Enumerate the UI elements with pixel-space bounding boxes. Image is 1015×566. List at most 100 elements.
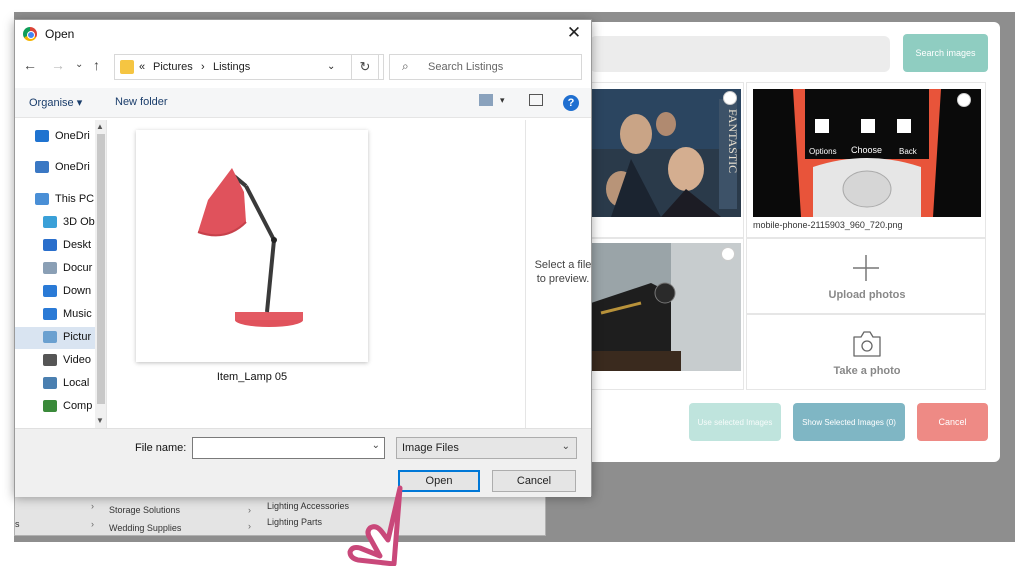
sidebar-item[interactable]: Deskt bbox=[15, 235, 95, 257]
navigation-pane: OneDri OneDri This PC 3D Ob Deskt Docur Down Mu… bbox=[15, 120, 107, 428]
select-radio[interactable] bbox=[721, 247, 735, 261]
breadcrumb-separator: › bbox=[201, 61, 205, 73]
sidebar-item-label: Local bbox=[63, 377, 90, 389]
dialog-footer: File name: ⌄ Image Files ⌄ Open Cancel bbox=[15, 428, 591, 497]
chrome-icon bbox=[23, 27, 37, 41]
plus-icon bbox=[853, 255, 879, 281]
sidebar-item-label: Video bbox=[63, 354, 91, 366]
new-folder-button[interactable]: New folder bbox=[115, 96, 168, 108]
scroll-up-icon[interactable]: ▲ bbox=[96, 122, 104, 131]
file-thumbnail[interactable] bbox=[136, 130, 368, 362]
view-dropdown-icon[interactable]: ▾ bbox=[500, 95, 505, 106]
scrollbar-thumb[interactable] bbox=[97, 134, 105, 404]
organise-button[interactable]: Organise ▾ bbox=[29, 96, 82, 109]
chevron-right-icon: › bbox=[91, 519, 94, 529]
sidebar-item[interactable]: Pictur bbox=[15, 327, 95, 349]
image-tile[interactable] bbox=[588, 238, 744, 390]
cancel-button[interactable]: Cancel bbox=[492, 470, 576, 492]
select-radio[interactable] bbox=[723, 91, 737, 105]
sidebar-item[interactable]: Local bbox=[15, 373, 95, 395]
sidebar-item-label: Deskt bbox=[63, 239, 92, 251]
dialog-toolbar: Organise ▾ New folder ▾ ? bbox=[15, 88, 591, 118]
recent-locations-chevron-icon[interactable]: ⌄ bbox=[75, 59, 83, 70]
cube-icon bbox=[43, 216, 57, 228]
image-tile[interactable]: FANTASTIC bbox=[588, 82, 744, 238]
sidebar-item[interactable]: Music bbox=[15, 304, 95, 326]
sidebar-item[interactable]: Down bbox=[15, 281, 95, 303]
menu-item-storage[interactable]: Storage Solutions bbox=[109, 505, 180, 515]
phone-key-choose: Choose bbox=[851, 145, 883, 155]
help-icon[interactable]: ? bbox=[563, 95, 579, 111]
sidebar-item[interactable]: Docur bbox=[15, 258, 95, 280]
search-images-button[interactable]: Search images bbox=[903, 34, 988, 72]
menu-item-wedding[interactable]: Wedding Supplies bbox=[109, 523, 181, 533]
sidebar-item[interactable]: Video bbox=[15, 350, 95, 372]
video-icon bbox=[43, 354, 57, 366]
search-listings-input[interactable]: ⌕ Search Listings bbox=[389, 54, 582, 80]
scroll-down-icon[interactable]: ▼ bbox=[96, 416, 104, 425]
breadcrumb-listings[interactable]: Listings bbox=[213, 61, 250, 73]
take-photo-label: Take a photo bbox=[833, 365, 901, 377]
network-drive-icon bbox=[43, 400, 57, 412]
chevron-right-icon: › bbox=[248, 521, 251, 531]
open-file-dialog: Open ✕ ← → ⌄ ↑ « Pictures › Listings ⌄ ↻… bbox=[14, 19, 592, 497]
sidebar-item[interactable]: Comp bbox=[15, 396, 95, 418]
dialog-title: Open bbox=[45, 27, 75, 41]
sidebar-item[interactable]: OneDri bbox=[15, 157, 95, 179]
menu-item-lighting-accessories[interactable]: Lighting Accessories bbox=[267, 501, 349, 511]
preview-pane: Select a file to preview. bbox=[525, 120, 591, 430]
chevron-down-icon: ⌄ bbox=[561, 441, 570, 452]
sidebar-item-label: This PC bbox=[55, 193, 95, 205]
back-arrow-icon[interactable]: ← bbox=[23, 57, 37, 73]
file-name-input[interactable]: ⌄ bbox=[192, 437, 385, 459]
download-arrow-icon bbox=[43, 285, 57, 297]
refresh-button[interactable]: ↻ bbox=[351, 54, 379, 80]
sidebar-scrollbar[interactable]: ▲ ▼ bbox=[95, 120, 106, 428]
use-selected-images-button[interactable]: Use selected Images bbox=[689, 403, 781, 441]
address-dropdown-icon[interactable]: ⌄ bbox=[327, 61, 335, 72]
view-options-icon[interactable] bbox=[479, 94, 493, 106]
sidebar-item[interactable]: This PC bbox=[15, 189, 95, 211]
image-search-input[interactable] bbox=[590, 36, 890, 72]
modal-cancel-button[interactable]: Cancel bbox=[917, 403, 988, 441]
dialog-title-bar[interactable]: Open ✕ bbox=[15, 20, 591, 50]
tile-image-movie-poster: FANTASTIC bbox=[591, 89, 741, 217]
breadcrumb-pictures[interactable]: Pictures bbox=[153, 61, 193, 73]
sidebar-item[interactable]: OneDri bbox=[15, 126, 95, 148]
file-type-value: Image Files bbox=[402, 442, 459, 454]
sidebar-item[interactable]: 3D Ob bbox=[15, 212, 95, 234]
forward-arrow-icon[interactable]: → bbox=[51, 57, 65, 73]
refresh-icon: ↻ bbox=[359, 59, 371, 74]
up-arrow-icon[interactable]: ↑ bbox=[93, 57, 100, 73]
sidebar-item-label: Music bbox=[63, 308, 92, 320]
address-bar[interactable]: « Pictures › Listings ⌄ bbox=[114, 54, 384, 80]
breadcrumb-overflow[interactable]: « bbox=[139, 61, 145, 73]
menu-item-lighting-parts[interactable]: Lighting Parts bbox=[267, 517, 322, 527]
preview-pane-icon[interactable] bbox=[529, 94, 543, 106]
chevron-down-icon[interactable]: ⌄ bbox=[372, 440, 380, 451]
preview-placeholder-text: Select a file to preview. bbox=[534, 259, 592, 285]
take-photo-tile[interactable]: Take a photo bbox=[746, 314, 986, 390]
document-icon bbox=[43, 262, 57, 274]
folder-icon bbox=[120, 60, 134, 74]
image-tile[interactable]: Options Choose Back mobile-phone-2115903… bbox=[746, 82, 986, 238]
upload-photos-label: Upload photos bbox=[828, 289, 906, 301]
phone-key-options: Options bbox=[809, 147, 837, 156]
hand-cursor-icon bbox=[347, 485, 403, 566]
cloud-icon bbox=[35, 130, 49, 142]
file-type-select[interactable]: Image Files ⌄ bbox=[396, 437, 577, 459]
sidebar-item-label: Pictur bbox=[63, 331, 92, 343]
search-placeholder: Search Listings bbox=[428, 61, 504, 73]
select-radio[interactable] bbox=[957, 93, 971, 107]
image-selector-modal: Search images FANTASTIC Options Choose B… bbox=[560, 22, 1000, 462]
show-selected-images-button[interactable]: Show Selected Images (0) bbox=[793, 403, 905, 441]
upload-photos-tile[interactable]: Upload photos bbox=[746, 238, 986, 314]
close-icon[interactable]: ✕ bbox=[563, 22, 585, 44]
phone-key-back: Back bbox=[899, 147, 917, 156]
music-note-icon bbox=[43, 308, 57, 320]
menu-item-partial[interactable]: s bbox=[15, 519, 20, 529]
monitor-icon bbox=[35, 193, 49, 205]
file-name-label: Item_Lamp 05 bbox=[216, 371, 288, 383]
lamp-image bbox=[197, 168, 303, 327]
file-name-field-label: File name: bbox=[135, 442, 187, 454]
